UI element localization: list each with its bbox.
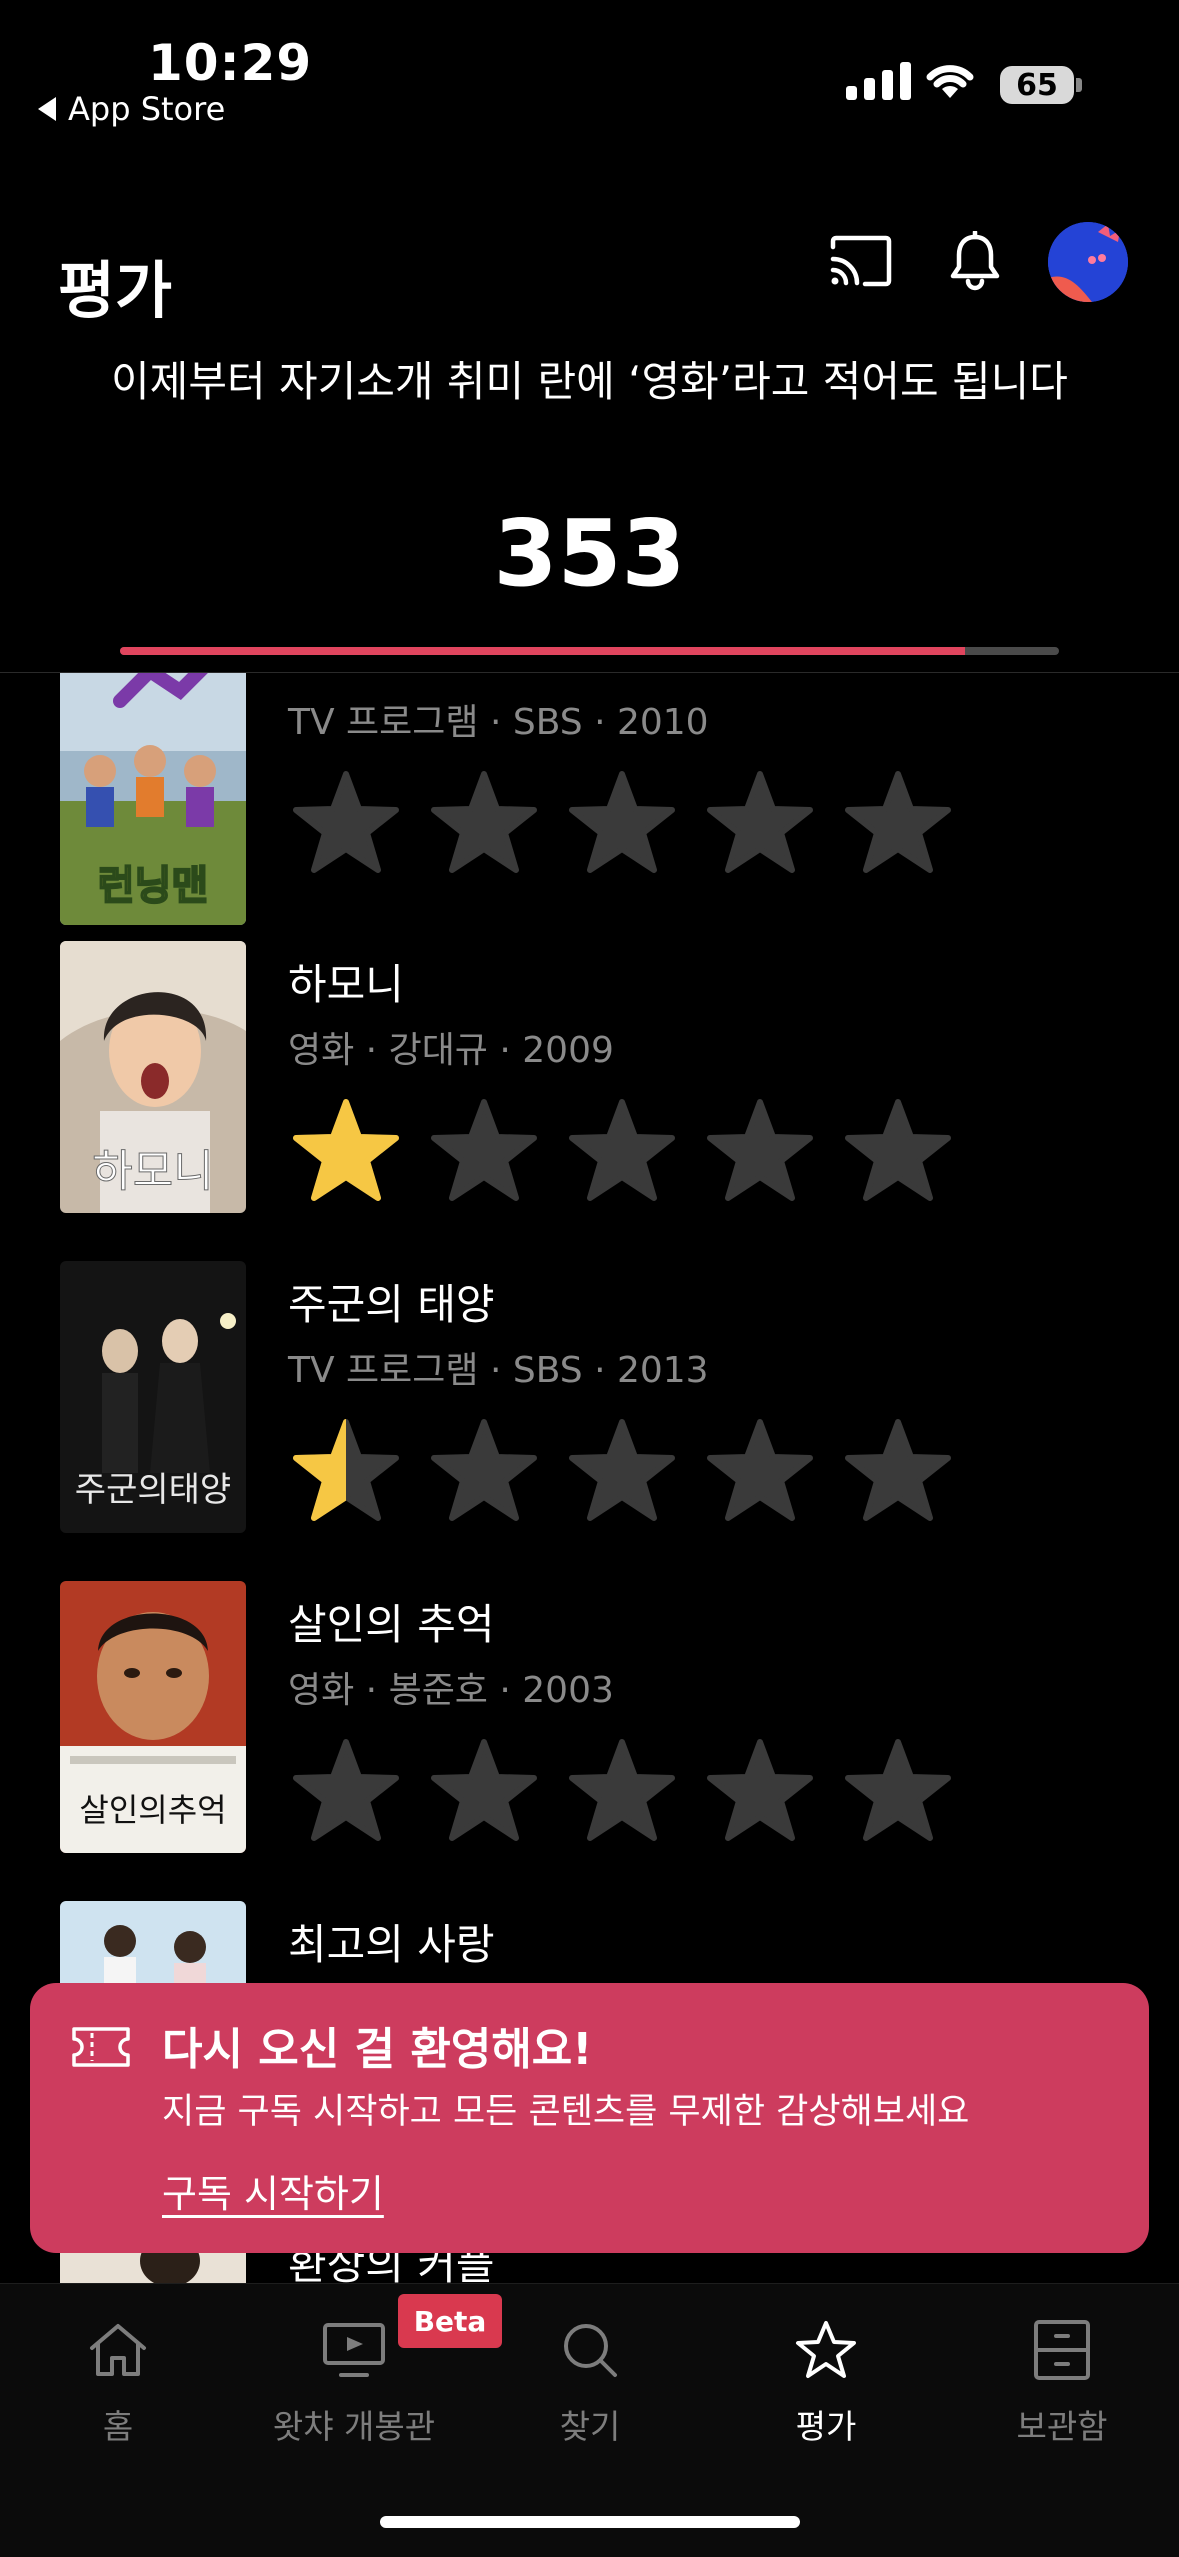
rating-star[interactable] — [430, 1419, 538, 1523]
tab-rating[interactable]: 평가 — [708, 2314, 944, 2448]
locker-icon — [1032, 2314, 1092, 2386]
item-title: 하모니 — [288, 960, 404, 1009]
star-rating[interactable] — [292, 1099, 952, 1203]
poster-text: 살인의추억 — [79, 1791, 226, 1829]
wifi-icon — [926, 65, 974, 98]
list-item[interactable]: 살인의추억 살인의 추억 영화 · 봉준호 · 2003 — [0, 1581, 1179, 1901]
rating-star[interactable] — [430, 1099, 538, 1203]
cellular-signal-icon — [846, 62, 911, 100]
star-rating[interactable] — [292, 771, 952, 875]
tab-label: 찾기 — [559, 2407, 621, 2446]
poster-text: 주군의태양 — [75, 1470, 231, 1510]
back-triangle-icon — [38, 97, 56, 121]
search-icon — [559, 2314, 621, 2386]
rating-star[interactable] — [844, 771, 952, 875]
home-icon — [86, 2314, 150, 2386]
item-meta: TV 프로그램 · SBS · 2010 — [288, 702, 709, 743]
battery-tip — [1076, 78, 1082, 92]
rating-star[interactable] — [706, 1099, 814, 1203]
rating-star[interactable] — [844, 1419, 952, 1523]
tab-locker[interactable]: 보관함 — [944, 2314, 1179, 2448]
rating-star[interactable] — [706, 1419, 814, 1523]
item-title: 주군의 태양 — [288, 1280, 495, 1329]
rating-star[interactable] — [844, 1739, 952, 1843]
rating-progress-bar — [120, 647, 1059, 655]
home-indicator — [380, 2516, 800, 2528]
poster-text: 하모니 — [92, 1146, 213, 1197]
ticket-icon — [72, 2027, 130, 2067]
star-rating[interactable] — [292, 1419, 952, 1523]
rating-star[interactable] — [430, 1739, 538, 1843]
back-app-label: App Store — [68, 90, 226, 128]
tab-label: 평가 — [795, 2407, 857, 2446]
tab-search[interactable]: 찾기 — [472, 2314, 708, 2448]
rating-star[interactable] — [844, 1099, 952, 1203]
rating-star[interactable] — [292, 771, 400, 875]
item-meta: TV 프로그램 · SBS · 2013 — [288, 1350, 709, 1391]
list-item[interactable]: 하모니 하모니 영화 · 강대규 · 2009 — [0, 941, 1179, 1261]
banner-title: 다시 오신 걸 환영해요! — [162, 2024, 593, 2075]
star-icon — [794, 2314, 858, 2386]
tab-home[interactable]: 홈 — [0, 2314, 236, 2448]
rating-star[interactable] — [292, 1099, 400, 1203]
rating-star[interactable] — [568, 771, 676, 875]
banner-body: 지금 구독 시작하고 모든 콘텐츠를 무제한 감상해보세요 — [162, 2092, 970, 2132]
status-time: 10:29 — [148, 34, 313, 92]
list-item[interactable]: 주군의태양 주군의 태양 TV 프로그램 · SBS · 2013 — [0, 1261, 1179, 1581]
rating-star[interactable] — [430, 771, 538, 875]
rating-star[interactable] — [568, 1099, 676, 1203]
bell-icon[interactable] — [940, 226, 1010, 296]
star-rating[interactable] — [292, 1739, 952, 1843]
back-to-app-store[interactable]: App Store — [38, 90, 225, 128]
welcome-banner[interactable]: 다시 오신 걸 환영해요! 지금 구독 시작하고 모든 콘텐츠를 무제한 감상해… — [30, 1983, 1149, 2253]
rating-star[interactable] — [706, 1739, 814, 1843]
battery-indicator: 65 — [1000, 66, 1074, 104]
tab-label: 홈 — [102, 2407, 134, 2446]
tab-label: 보관함 — [1016, 2407, 1108, 2446]
poster-image[interactable]: 주군의태양 — [60, 1261, 246, 1533]
item-meta: 영화 · 봉준호 · 2003 — [288, 1670, 614, 1711]
rating-count: 353 — [493, 500, 686, 607]
rating-star[interactable] — [568, 1739, 676, 1843]
rating-star[interactable] — [292, 1419, 400, 1523]
cast-icon[interactable] — [826, 226, 896, 296]
rating-star[interactable] — [568, 1419, 676, 1523]
rating-star[interactable] — [292, 1739, 400, 1843]
tab-label: 왓챠 개봉관 — [272, 2407, 436, 2446]
theater-icon — [321, 2314, 387, 2386]
rating-message: 이제부터 자기소개 취미 란에 ‘영화’라고 적어도 됩니다 — [111, 357, 1068, 406]
avatar[interactable] — [1048, 222, 1128, 302]
rating-star[interactable] — [706, 771, 814, 875]
rating-progress-fill — [120, 647, 966, 655]
start-subscription-link[interactable]: 구독 시작하기 — [162, 2163, 384, 2218]
page-title: 평가 — [58, 254, 173, 327]
item-title: 살인의 추억 — [288, 1600, 495, 1649]
poster-text: 런닝맨 — [98, 863, 208, 909]
beta-badge: Beta — [398, 2294, 502, 2348]
item-meta: 영화 · 강대규 · 2009 — [288, 1030, 614, 1071]
poster-image[interactable]: 살인의추억 — [60, 1581, 246, 1853]
poster-image[interactable]: 런닝맨 — [60, 673, 246, 925]
item-title: 최고의 사랑 — [288, 1920, 495, 1969]
poster-image[interactable]: 하모니 — [60, 941, 246, 1213]
